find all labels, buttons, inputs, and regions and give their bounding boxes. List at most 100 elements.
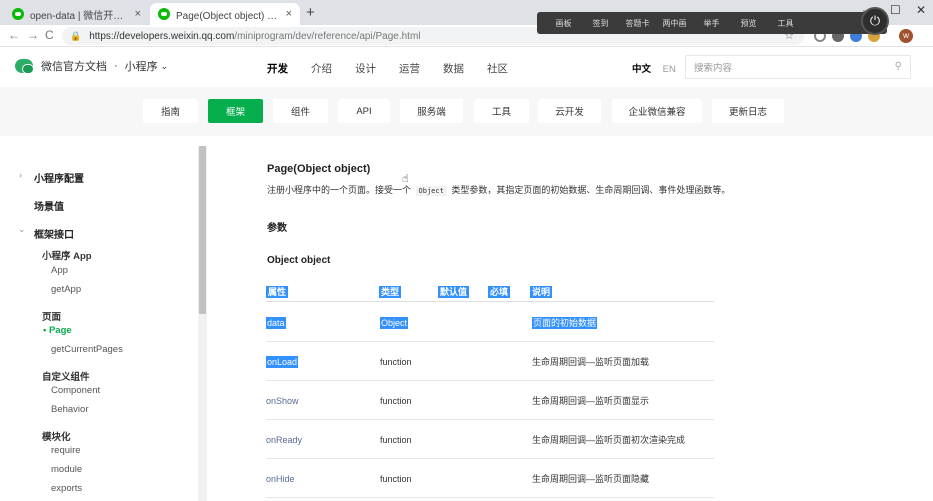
subnav-server[interactable]: 服务端 xyxy=(400,99,463,123)
sidebar-group-app[interactable]: 小程序 App xyxy=(42,248,92,262)
url-path: /miniprogram/dev/reference/api/Page.html xyxy=(234,30,421,42)
power-icon[interactable]: ⏻ xyxy=(861,7,889,35)
chevron-down-icon[interactable]: ⌄ xyxy=(18,224,26,235)
nav-item-ops[interactable]: 运营 xyxy=(399,61,420,76)
property-type: function xyxy=(380,396,412,406)
sidebar-item-require[interactable]: require xyxy=(51,445,81,456)
tab-page-object[interactable]: Page(Object object) | 微信开放文 × xyxy=(150,3,300,25)
property-type: function xyxy=(380,435,412,445)
section-heading-params: 参数 xyxy=(267,223,287,234)
property-note: 生命周期回调—监听页面显示 xyxy=(532,396,650,406)
subnav-cloud[interactable]: 云开发 xyxy=(538,99,601,123)
new-tab-button[interactable]: + xyxy=(306,4,315,21)
sidebar-group-module[interactable]: 模块化 xyxy=(42,429,71,443)
sidebar-group-component[interactable]: 自定义组件 xyxy=(42,369,90,383)
search-icon[interactable]: ⚲ xyxy=(895,61,902,72)
table-header: 属性 类型 默认值 必填 说明 xyxy=(266,285,714,302)
site-header: 微信官方文档 · 小程序 ⌄ 开发 介绍 设计 运营 数据 社区 中文 EN 搜… xyxy=(0,47,933,87)
sidebar-item-getcurrentpages[interactable]: getCurrentPages xyxy=(51,344,123,355)
nav-item-community[interactable]: 社区 xyxy=(487,61,508,76)
lock-icon: 🔒 xyxy=(70,30,82,41)
column-header: 类型 xyxy=(379,286,402,298)
subnav-framework[interactable]: 框架 xyxy=(208,99,263,123)
property-type: function xyxy=(380,474,412,484)
table-row: onReady function 生命周期回调—监听页面初次渲染完成 xyxy=(266,420,714,459)
profile-avatar[interactable]: w xyxy=(899,29,913,43)
property-name-link[interactable]: onReady xyxy=(266,434,302,446)
toolbar-item[interactable]: 签到 xyxy=(582,18,619,29)
nav-item-data[interactable]: 数据 xyxy=(443,61,464,76)
subnav-tools[interactable]: 工具 xyxy=(474,99,529,123)
toolbar-item[interactable]: 答题卡 xyxy=(619,18,656,29)
tab-close-icon[interactable]: × xyxy=(286,8,292,20)
table-row: onShow function 生命周期回调—监听页面显示 xyxy=(266,381,714,420)
property-name-link[interactable]: onLoad xyxy=(266,356,299,368)
maximize-icon[interactable]: ☐ xyxy=(890,3,901,17)
wechat-favicon-icon xyxy=(158,8,170,20)
lang-zh[interactable]: 中文 xyxy=(632,64,651,75)
sidebar-item-config[interactable]: 小程序配置 xyxy=(34,170,84,185)
language-switch: 中文 EN xyxy=(632,61,676,75)
property-type: function xyxy=(380,357,412,367)
site-logo[interactable]: 微信官方文档 · 小程序 ⌄ xyxy=(15,58,168,74)
sidebar xyxy=(0,136,208,501)
chevron-right-icon[interactable]: › xyxy=(19,170,22,180)
toolbar-item[interactable]: 工具 xyxy=(767,18,804,29)
product-switcher[interactable]: 小程序 xyxy=(125,58,158,74)
search-placeholder: 搜索内容 xyxy=(694,63,733,74)
subnav-wecom[interactable]: 企业微信兼容 xyxy=(612,99,702,123)
inline-code: Object xyxy=(415,186,447,196)
top-navigation: 开发 介绍 设计 运营 数据 社区 xyxy=(267,61,531,76)
page-title: Page(Object object) xyxy=(267,163,371,175)
property-name-link[interactable]: onShow xyxy=(266,395,299,407)
property-note: 页面的初始数据 xyxy=(532,317,598,329)
tab-close-icon[interactable]: × xyxy=(135,8,141,20)
section-subnav: 指南 框架 组件 API 服务端 工具 云开发 企业微信兼容 更新日志 xyxy=(0,87,933,136)
section-heading-object: Object object xyxy=(267,255,331,266)
forward-arrow-icon[interactable]: → xyxy=(27,28,39,42)
table-row: onHide function 生命周期回调—监听页面隐藏 xyxy=(266,459,714,498)
nav-item-intro[interactable]: 介绍 xyxy=(311,61,332,76)
url-host: https://developers.weixin.qq.com xyxy=(89,30,235,42)
sidebar-scroll-thumb[interactable] xyxy=(199,146,206,314)
sidebar-group-page[interactable]: 页面 xyxy=(42,309,61,323)
close-window-icon[interactable]: ✕ xyxy=(916,3,926,17)
sidebar-item-scene[interactable]: 场景值 xyxy=(34,198,64,213)
lang-en[interactable]: EN xyxy=(663,64,676,75)
sidebar-item-component[interactable]: Component xyxy=(51,385,100,396)
property-note: 生命周期回调—监听页面初次渲染完成 xyxy=(532,435,686,445)
sidebar-item-exports[interactable]: exports xyxy=(51,483,82,494)
tab-title: Page(Object object) | 微信开放文 xyxy=(176,10,280,22)
subnav-guide[interactable]: 指南 xyxy=(143,99,198,123)
back-arrow-icon[interactable]: ← xyxy=(8,28,20,42)
sidebar-item-framework-api[interactable]: 框架接口 xyxy=(34,226,74,241)
toolbar-item[interactable]: 举手 xyxy=(693,18,730,29)
search-input[interactable]: 搜索内容 ⚲ xyxy=(685,55,911,79)
property-note: 生命周期回调—监听页面加载 xyxy=(532,357,650,367)
subnav-api[interactable]: API xyxy=(338,99,390,123)
sidebar-item-page[interactable]: • Page xyxy=(43,325,72,336)
subnav-changelog[interactable]: 更新日志 xyxy=(712,99,784,123)
reload-icon[interactable]: C xyxy=(45,28,54,42)
toolbar-item[interactable]: 预览 xyxy=(730,18,767,29)
toolbar-item[interactable]: 画板 xyxy=(545,18,582,29)
sidebar-item-module[interactable]: module xyxy=(51,464,82,475)
desc-text: 注册小程序中的一个页面。接受一个 xyxy=(267,185,412,195)
tab-open-data[interactable]: open-data | 微信开放文档 × xyxy=(4,3,149,25)
nav-item-dev[interactable]: 开发 xyxy=(267,61,288,76)
column-header: 默认值 xyxy=(438,286,470,298)
property-name-link[interactable]: data xyxy=(266,317,286,329)
chevron-down-icon: ⌄ xyxy=(160,60,169,71)
column-header: 必填 xyxy=(488,286,511,298)
sidebar-item-app[interactable]: App xyxy=(51,265,68,276)
wechat-logo-icon xyxy=(15,59,34,74)
table-row: onLoad function 生命周期回调—监听页面加载 xyxy=(266,342,714,381)
property-name-link[interactable]: onHide xyxy=(266,473,295,485)
nav-item-design[interactable]: 设计 xyxy=(355,61,376,76)
brand-name: 微信官方文档 xyxy=(41,61,107,73)
property-note: 生命周期回调—监听页面隐藏 xyxy=(532,474,650,484)
sidebar-item-getapp[interactable]: getApp xyxy=(51,284,81,295)
sidebar-item-behavior[interactable]: Behavior xyxy=(51,404,89,415)
toolbar-item[interactable]: 两中画 xyxy=(656,18,693,29)
subnav-components[interactable]: 组件 xyxy=(273,99,328,123)
